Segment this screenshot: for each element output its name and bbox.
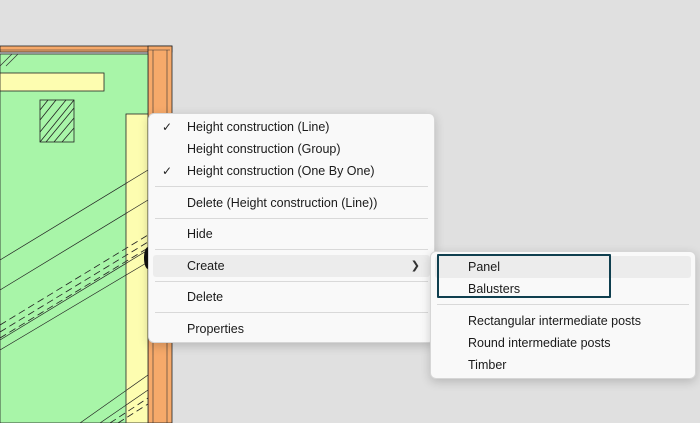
menu-item-label: Delete: [187, 290, 224, 304]
menu-item-label: Round intermediate posts: [468, 336, 611, 350]
context-menu: ✓ Height construction (Line) Height cons…: [148, 113, 435, 343]
menu-item-create[interactable]: Create ❯: [153, 255, 430, 277]
menu-separator: [155, 249, 428, 250]
chevron-right-icon: ❯: [410, 260, 420, 272]
menu-separator: [155, 186, 428, 187]
menu-item-label: Height construction (Group): [187, 142, 341, 156]
menu-item-label: Timber: [468, 358, 507, 372]
menu-item-hide[interactable]: Hide: [153, 223, 430, 245]
menu-item-label: Height construction (One By One): [187, 164, 375, 178]
menu-item-label: Height construction (Line): [187, 120, 330, 134]
beam-horizontal[interactable]: [0, 72, 105, 92]
menu-item-label: Properties: [187, 322, 244, 336]
check-icon: ✓: [162, 120, 173, 134]
menu-item-label: Rectangular intermediate posts: [468, 314, 642, 328]
menu-separator: [155, 281, 428, 282]
menu-item-height-construction-group[interactable]: Height construction (Group): [153, 138, 430, 160]
submenu-item-timber[interactable]: Timber: [435, 354, 691, 376]
submenu-item-rectangular-intermediate-posts[interactable]: Rectangular intermediate posts: [435, 310, 691, 332]
check-icon: ✓: [162, 164, 173, 178]
menu-item-delete[interactable]: Delete: [153, 286, 430, 308]
menu-item-label: Delete (Height construction (Line)): [187, 196, 378, 210]
menu-item-height-construction-one-by-one[interactable]: ✓ Height construction (One By One): [153, 160, 430, 182]
menu-separator: [155, 312, 428, 313]
highlight-callout: [437, 254, 611, 298]
submenu-item-round-intermediate-posts[interactable]: Round intermediate posts: [435, 332, 691, 354]
menu-separator: [155, 218, 428, 219]
menu-item-delete-height-construction[interactable]: Delete (Height construction (Line)): [153, 192, 430, 214]
menu-item-label: Hide: [187, 227, 213, 241]
menu-separator: [437, 304, 689, 305]
menu-item-height-construction-line[interactable]: ✓ Height construction (Line): [153, 116, 430, 138]
menu-item-label: Create: [187, 259, 225, 273]
menu-item-properties[interactable]: Properties: [153, 318, 430, 340]
